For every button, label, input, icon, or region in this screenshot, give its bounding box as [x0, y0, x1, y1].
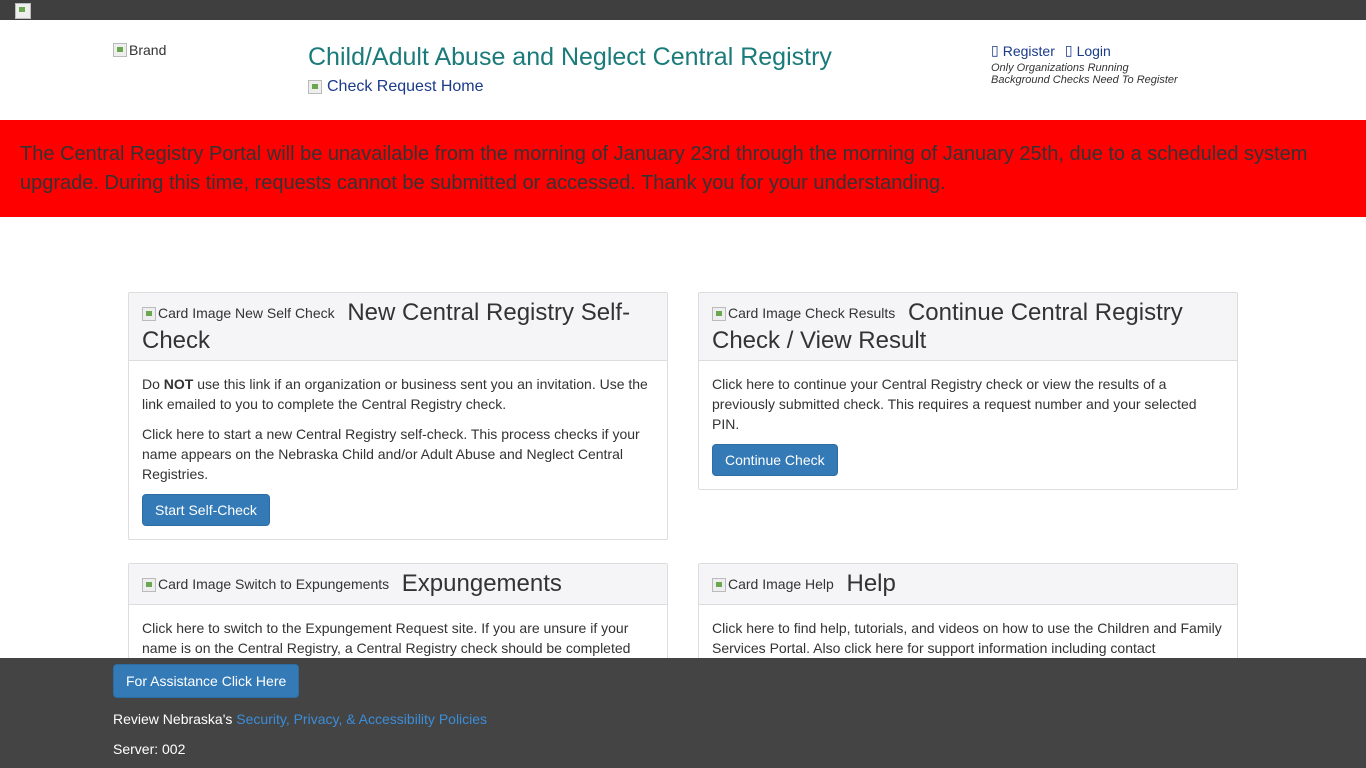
self-check-description: Click here to start a new Central Regist… — [142, 426, 640, 483]
broken-image-icon — [113, 43, 127, 57]
expungements-image-alt: Card Image Switch to Expungements — [158, 576, 390, 593]
warning-post: use this link if an organization or busi… — [142, 376, 648, 413]
check-request-home-link[interactable]: Check Request Home — [308, 78, 484, 96]
warning-bold: NOT — [163, 376, 194, 393]
policies-link[interactable]: Security, Privacy, & Accessibility Polic… — [236, 711, 487, 727]
home-link-label: Check Request Home — [327, 78, 484, 95]
register-icon: ▯ — [991, 42, 999, 58]
broken-image-icon — [142, 577, 156, 592]
continue-card-image: Card Image Check Results — [712, 300, 895, 327]
policy-line: Review Nebraska's Security, Privacy, & A… — [113, 711, 487, 727]
warning-pre: Do — [142, 376, 164, 393]
login-icon: ▯ — [1064, 42, 1073, 58]
continue-description: Click here to continue your Central Regi… — [712, 376, 1197, 433]
self-check-card-header: Card Image New Self Check New Central Re… — [129, 293, 667, 362]
self-check-image-alt: Card Image New Self Check — [158, 305, 335, 322]
register-note-line2: Background Checks Need To Register — [991, 74, 1178, 86]
home-image-icon — [308, 80, 322, 94]
expungements-card-image: Card Image Switch to Expungements — [142, 571, 389, 598]
register-label: Register — [1002, 42, 1055, 59]
login-label: Login — [1076, 42, 1111, 59]
continue-check-card: Card Image Check Results Continue Centra… — [698, 292, 1238, 491]
start-self-check-button[interactable]: Start Self-Check — [142, 494, 270, 527]
self-check-card-image: Card Image New Self Check — [142, 300, 335, 327]
site-header: Brand Child/Adult Abuse and Neglect Cent… — [0, 20, 1366, 120]
server-label: Server: 002 — [113, 741, 186, 757]
brand-alt-text: Brand — [129, 42, 167, 58]
register-note: Only Organizations Running Background Ch… — [991, 62, 1178, 86]
top-bar — [0, 0, 1366, 20]
brand-logo[interactable]: Brand — [113, 42, 166, 58]
page-title: Child/Adult Abuse and Neglect Central Re… — [308, 43, 832, 71]
site-footer: For Assistance Click Here Review Nebrask… — [0, 658, 1366, 768]
help-card-title: Help — [846, 570, 896, 597]
broken-image-icon — [712, 577, 726, 592]
broken-image-icon — [142, 306, 156, 321]
help-description: Click here to find help, tutorials, and … — [712, 620, 1222, 657]
register-note-line1: Only Organizations Running — [991, 62, 1129, 74]
self-check-card: Card Image New Self Check New Central Re… — [128, 292, 668, 541]
policy-pre-text: Review Nebraska's — [113, 711, 237, 727]
help-card-image: Card Image Help — [712, 571, 834, 598]
expungements-card-title: Expungements — [401, 570, 562, 597]
help-image-alt: Card Image Help — [728, 576, 834, 593]
expungements-description: Click here to switch to the Expungement … — [142, 620, 631, 657]
continue-check-button[interactable]: Continue Check — [712, 444, 838, 477]
help-card-header: Card Image Help Help — [699, 564, 1237, 606]
broken-image-icon — [15, 3, 31, 19]
register-link[interactable]: ▯ Register — [991, 42, 1055, 59]
login-link[interactable]: ▯ Login — [1065, 42, 1111, 59]
maintenance-alert: The Central Registry Portal will be unav… — [0, 120, 1366, 217]
continue-card-header: Card Image Check Results Continue Centra… — [699, 293, 1237, 362]
assistance-button[interactable]: For Assistance Click Here — [113, 664, 300, 698]
broken-image-icon — [712, 306, 726, 321]
auth-area: ▯ Register ▯ Login Only Organizations Ru… — [991, 42, 1178, 86]
expungements-card-header: Card Image Switch to Expungements Expung… — [129, 564, 667, 606]
continue-image-alt: Card Image Check Results — [728, 305, 896, 322]
self-check-warning: Do NOT use this link if an organization … — [142, 374, 654, 414]
